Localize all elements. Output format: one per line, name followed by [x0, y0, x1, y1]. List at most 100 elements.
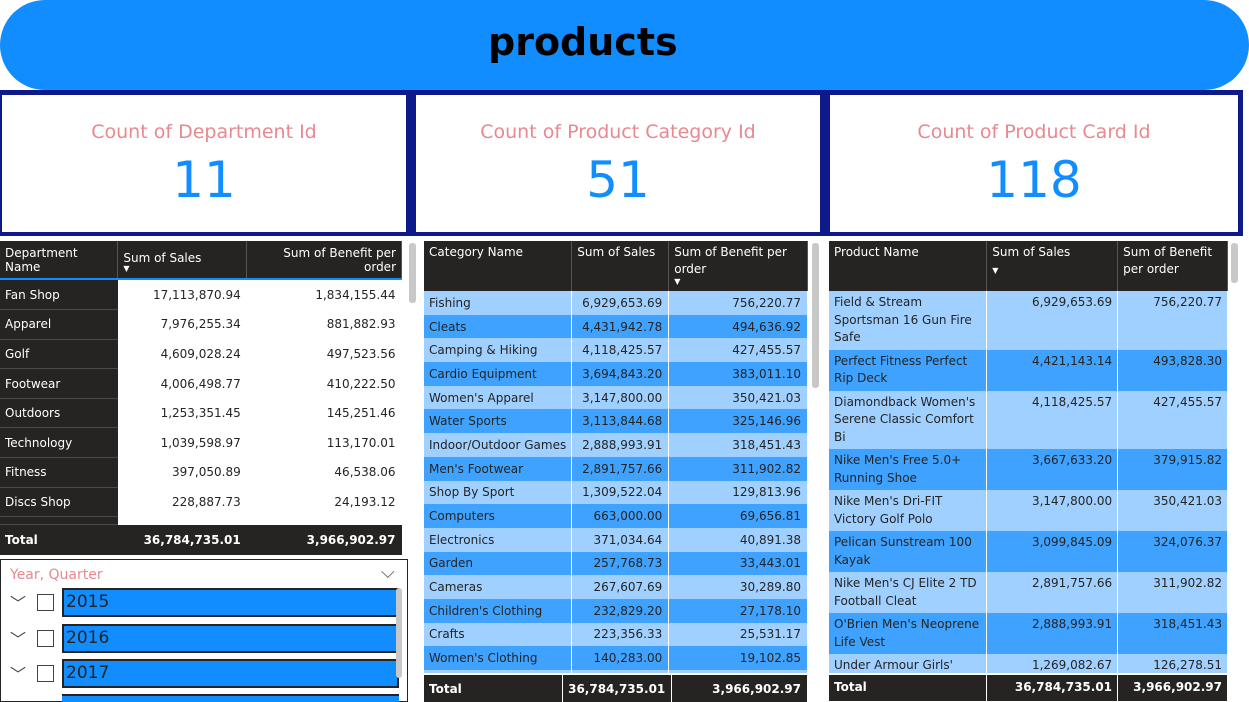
sort-desc-icon: ▼	[123, 263, 130, 273]
slicer-item-label: 2017	[62, 659, 399, 688]
table-row[interactable]: Cardio Equipment 3,694,843.20 383,011.10	[424, 362, 808, 386]
table-row[interactable]: Fitness 397,050.89 46,538.06	[0, 457, 402, 488]
table-row[interactable]: Golf 4,609,028.24 497,523.56	[0, 339, 402, 370]
table-row[interactable]: Men's Footwear 2,891,757.66 311,902.82	[424, 456, 808, 481]
benefit-cell: 325,146.96	[668, 409, 808, 434]
table-row[interactable]: Children's Clothing 232,829.20 27,178.10	[424, 598, 808, 623]
department-name-cell: Golf	[0, 339, 118, 370]
sales-cell: 267,607.69	[571, 575, 670, 599]
slicer-item-2015[interactable]: ﹀ 2015	[1, 588, 401, 618]
table-row[interactable]: Fishing 6,929,653.69 756,220.77	[424, 291, 808, 315]
kpi-value: 51	[586, 151, 650, 209]
benefit-cell: 379,915.82	[1117, 449, 1228, 490]
header-label: Sum of Sales	[577, 245, 656, 259]
table-row[interactable]: Camping & Hiking 4,118,425.57 427,455.57	[424, 338, 808, 363]
benefit-cell: 311,902.82	[668, 456, 808, 481]
expand-chevron-icon[interactable]: ﹀	[10, 626, 26, 650]
kpi-card-category[interactable]: Count of Product Category Id 51	[416, 95, 820, 232]
sales-cell: 232,829.20	[571, 598, 670, 623]
column-header-product-name[interactable]: Product Name	[829, 241, 988, 291]
category-table-visual[interactable]: Category Name Sum of Sales Sum of Benefi…	[424, 241, 809, 673]
report-page: products Count of Department Id 11 Count…	[0, 0, 1249, 702]
chevron-down-icon[interactable]: ⌵	[381, 562, 395, 583]
table-row[interactable]: Computers 663,000.00 69,656.81	[424, 504, 808, 528]
column-header-department-name[interactable]: Department Name	[0, 241, 119, 278]
table-row[interactable]: Perfect Fitness Perfect Rip Deck 4,421,14…	[829, 349, 1228, 391]
checkbox[interactable]	[37, 630, 54, 647]
column-header-category-name[interactable]: Category Name	[424, 241, 573, 291]
column-header-sum-of-benefit[interactable]: Sum of Benefit per order ▼	[668, 241, 808, 291]
table-row[interactable]: Garden 257,768.73 33,443.01	[424, 551, 808, 576]
slicer-item-2017[interactable]: ﹀ 2017	[1, 659, 401, 689]
table-row[interactable]: Discs Shop 228,887.73 24,193.12	[0, 487, 402, 518]
department-name-cell: Outdoors	[0, 398, 118, 429]
table-row[interactable]: Water Sports 3,113,844.68 325,146.96	[424, 409, 808, 434]
sales-cell: 2,888,993.91	[571, 433, 670, 457]
table-row[interactable]: Field & Stream Sportsman 16 Gun Fire Saf…	[829, 291, 1228, 350]
slicer-item-label: 2016	[62, 624, 399, 653]
kpi-card-department[interactable]: Count of Department Id 11	[2, 95, 406, 232]
table-row[interactable]: Fan Shop 17,113,870.94 1,834,155.44	[0, 280, 402, 311]
benefit-cell: 129,813.96	[668, 480, 808, 505]
sales-cell: 257,768.73	[571, 551, 670, 576]
table-row[interactable]: Pelican Sunstream 100 Kayak 3,099,845.09 3…	[829, 531, 1228, 572]
sales-cell: 3,694,843.20	[571, 362, 670, 386]
benefit-cell: 1,834,155.44	[246, 280, 402, 310]
table-row[interactable]: Women's Apparel 3,147,800.00 350,421.03	[424, 385, 808, 410]
table-row[interactable]: Cameras 267,607.69 30,289.80	[424, 575, 808, 599]
expand-chevron-icon[interactable]: ﹀	[10, 661, 26, 685]
sales-cell: 4,609,028.24	[117, 339, 247, 369]
category-name-cell: Women's Apparel	[424, 385, 573, 410]
slicer-item-label: 2015	[62, 588, 399, 617]
total-sales: 36,784,735.01	[986, 675, 1119, 701]
benefit-cell: 497,523.56	[246, 339, 402, 369]
column-header-sum-of-benefit[interactable]: Sum of Benefit per order	[1117, 241, 1228, 291]
table-row[interactable]: Apparel 7,976,255.34 881,882.93	[0, 309, 402, 340]
table-row[interactable]: Nike Men's Dri-FIT Victory Golf Polo 3,14…	[829, 490, 1228, 531]
table-row[interactable]: Shop By Sport 1,309,522.04 129,813.96	[424, 480, 808, 505]
department-table-visual[interactable]: Department Name Sum of Sales ▼ Sum of Ben…	[0, 241, 402, 555]
table-row[interactable]: Footwear 4,006,498.77 410,222.50	[0, 368, 402, 399]
product-table-scrollbar[interactable]	[1231, 243, 1238, 283]
slicer-item-2016[interactable]: ﹀ 2016	[1, 624, 401, 654]
table-row[interactable]: Electronics 371,034.64 40,891.38	[424, 527, 808, 552]
column-header-sum-of-sales[interactable]: Sum of Sales ▼	[986, 241, 1119, 291]
benefit-cell: 410,222.50	[246, 368, 402, 399]
kpi-card-product[interactable]: Count of Product Card Id 118	[830, 95, 1238, 232]
expand-chevron-icon[interactable]: ﹀	[10, 590, 26, 614]
table-row[interactable]: O'Brien Men's Neoprene Life Vest 2,888,99…	[829, 613, 1228, 654]
table-row[interactable]: Crafts 223,356.33 25,531.17	[424, 622, 808, 647]
benefit-cell: 427,455.57	[668, 338, 808, 363]
table-row[interactable]: Cleats 4,431,942.78 494,636.92	[424, 314, 808, 339]
category-table-scrollbar[interactable]	[812, 243, 819, 388]
kpi-label: Count of Product Card Id	[917, 121, 1151, 143]
sales-cell: 228,887.73	[117, 487, 247, 517]
department-name-cell: Fan Shop	[0, 280, 118, 311]
table-row[interactable]: Nike Men's CJ Elite 2 TD Football Cleat 2…	[829, 572, 1228, 613]
table-header-row: Product Name Sum of Sales ▼ Sum of Benefi…	[829, 241, 1228, 291]
table-row[interactable]: Technology 1,039,598.97 113,170.01	[0, 427, 402, 459]
table-row[interactable]: Nike Men's Free 5.0+ Running Shoe 3,667,6…	[829, 449, 1228, 490]
table-row[interactable]: Under Armour Girls' 1,269,082.67 126,278.5…	[829, 654, 1228, 673]
table-row[interactable]: Diamondback Women's Serene Classic Comfo…	[829, 390, 1228, 449]
table-row[interactable]: Outdoors 1,253,351.45 145,251.46	[0, 398, 402, 429]
slicer-title: Year, Quarter	[10, 567, 103, 583]
year-quarter-slicer[interactable]: Year, Quarter ⌵ ﹀ 2015 ﹀ 2016 ﹀ 2017	[0, 559, 408, 702]
category-name-cell: Electronics	[424, 527, 573, 552]
table-total-row: Total 36,784,735.01 3,966,902.97	[0, 524, 402, 555]
sales-cell: 1,269,082.67	[986, 654, 1119, 673]
column-header-sum-of-sales[interactable]: Sum of Sales ▼	[117, 241, 248, 278]
table-row[interactable]: Indoor/Outdoor Games 2,888,993.91 318,451.…	[424, 433, 808, 457]
column-header-sum-of-sales[interactable]: Sum of Sales	[571, 241, 670, 291]
department-table-scrollbar[interactable]	[409, 243, 416, 303]
benefit-cell: 145,251.46	[246, 398, 402, 428]
table-row[interactable]: Women's Clothing 140,283.00 19,102.85	[424, 646, 808, 670]
sort-desc-icon: ▼	[992, 266, 999, 275]
column-header-sum-of-benefit[interactable]: Sum of Benefit per order	[246, 241, 402, 278]
checkbox[interactable]	[37, 594, 54, 611]
sales-cell: 17,113,870.94	[117, 280, 247, 310]
department-name-cell: Footwear	[0, 368, 118, 399]
checkbox[interactable]	[37, 665, 54, 682]
slicer-scrollbar[interactable]	[396, 588, 402, 678]
product-table-visual[interactable]: Product Name Sum of Sales ▼ Sum of Benefi…	[829, 241, 1229, 673]
